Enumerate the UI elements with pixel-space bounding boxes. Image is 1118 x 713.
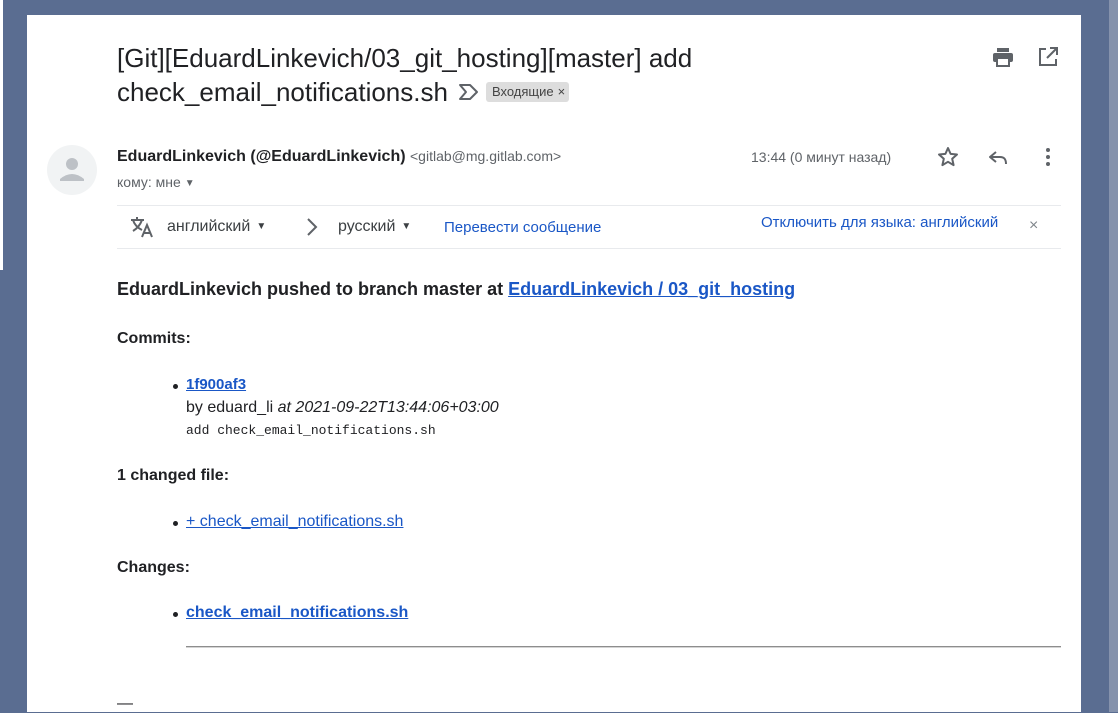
avatar-person-icon xyxy=(60,158,84,181)
caret-down-icon: ▼ xyxy=(256,221,267,232)
caret-down-icon[interactable]: ▼ xyxy=(185,178,195,189)
commits-heading: Commits: xyxy=(117,330,191,347)
source-language-select[interactable]: английский ▼ xyxy=(167,218,266,236)
recipient-text: кому: мне xyxy=(117,174,181,190)
open-in-new-window-icon[interactable] xyxy=(1036,45,1060,69)
label-remove-icon[interactable]: × xyxy=(558,84,566,99)
caret-down-icon: ▼ xyxy=(401,221,412,232)
sender-email: <gitlab@mg.gitlab.com> xyxy=(410,148,562,164)
sender-line: EduardLinkevich (@EduardLinkevich) <gitl… xyxy=(117,148,561,166)
translate-bar: английский ▼ русский ▼ Перевести сообщение… xyxy=(117,205,1061,249)
divider xyxy=(186,646,1061,648)
reply-icon[interactable] xyxy=(986,145,1010,169)
list-item: check_email_notifications.sh xyxy=(173,604,408,622)
translate-icon xyxy=(129,215,155,244)
email-subject: [Git][EduardLinkevich/03_git_hosting][ma… xyxy=(117,41,797,109)
bullet-icon xyxy=(173,612,178,617)
star-icon[interactable] xyxy=(936,145,960,169)
commit-author: by eduard_li at 2021-09-22T13:44:06+03:0… xyxy=(186,399,499,417)
changed-files-list: + check_email_notifications.sh xyxy=(173,513,403,531)
commit-link[interactable]: 1f900af3 xyxy=(186,376,246,393)
changes-file-link[interactable]: check_email_notifications.sh xyxy=(186,604,408,621)
close-icon[interactable]: × xyxy=(1029,217,1038,235)
print-icon[interactable] xyxy=(991,45,1015,69)
commit-by: by eduard_li xyxy=(186,399,278,416)
right-scrollbar-area xyxy=(1090,0,1118,712)
email-view: [Git][EduardLinkevich/03_git_hosting][ma… xyxy=(27,15,1081,712)
avatar[interactable] xyxy=(47,145,97,195)
changed-files-heading: 1 changed file: xyxy=(117,467,230,484)
source-language-label: английский xyxy=(167,218,251,235)
list-item: 1f900af3 by eduard_li at 2021-09-22T13:4… xyxy=(173,376,499,438)
repo-link[interactable]: EduardLinkevich / 03_git_hosting xyxy=(508,279,795,299)
scrollbar-track[interactable] xyxy=(1109,0,1118,712)
commits-list: 1f900af3 by eduard_li at 2021-09-22T13:4… xyxy=(173,376,499,438)
label-chip-text: Входящие xyxy=(491,84,554,100)
push-text: EduardLinkevich pushed to branch master … xyxy=(117,279,509,299)
changed-file-link[interactable]: + check_email_notifications.sh xyxy=(186,513,403,530)
left-window-edge xyxy=(0,0,3,270)
push-summary: EduardLinkevich pushed to branch master … xyxy=(117,279,795,300)
signature-separator: — xyxy=(117,695,133,712)
sender-name[interactable]: EduardLinkevich (@EduardLinkevich) xyxy=(117,148,406,165)
chevron-right-icon xyxy=(305,216,319,243)
label-chip-inbox[interactable]: Входящие × xyxy=(485,82,570,103)
disable-translation-link[interactable]: Отключить для языка: английский xyxy=(761,214,998,231)
translate-message-link[interactable]: Перевести сообщение xyxy=(444,219,601,236)
list-item: + check_email_notifications.sh xyxy=(173,513,403,531)
subject-text: [Git][EduardLinkevich/03_git_hosting][ma… xyxy=(117,43,693,107)
target-language-label: русский xyxy=(338,218,396,235)
email-time: 13:44 (0 минут назад) xyxy=(751,149,892,165)
commit-message: add check_email_notifications.sh xyxy=(186,423,436,438)
bullet-icon xyxy=(173,521,178,526)
target-language-select[interactable]: русский ▼ xyxy=(338,218,411,236)
commit-at: at 2021-09-22T13:44:06+03:00 xyxy=(277,399,499,416)
changes-list: check_email_notifications.sh xyxy=(173,604,408,622)
recipient-details-toggle[interactable]: кому: мне ▼ xyxy=(117,174,195,190)
importance-marker-icon[interactable] xyxy=(458,75,480,109)
bullet-icon xyxy=(173,384,178,389)
changes-heading: Changes: xyxy=(117,559,190,576)
more-vert-icon[interactable] xyxy=(1036,145,1060,169)
